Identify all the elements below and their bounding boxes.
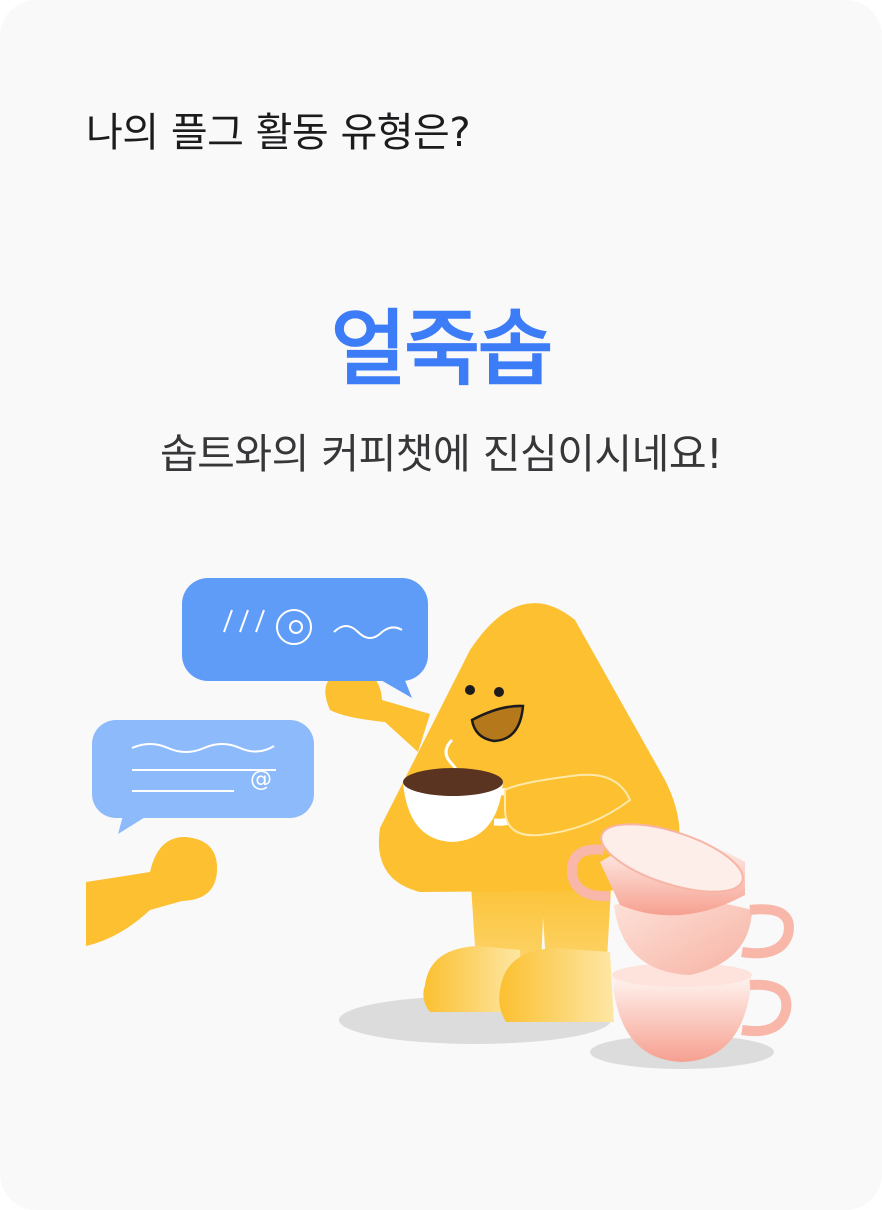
at-symbol: @ [250,767,272,792]
coffee-surface [403,768,503,796]
other-person-hand [86,836,218,946]
speech-bubble-left: @ [92,720,314,834]
coffee-chat-illustration: @ [86,578,794,1069]
result-description: 솝트와의 커피챗에 진심이시네요! [159,430,723,478]
question-heading: 나의 플그 활동 유형은? [86,110,471,156]
character-eye-left [465,685,475,695]
result-type-title: 얼죽솝 [330,302,553,397]
character-raised-arm [325,669,430,752]
character-eye-right [494,687,504,697]
result-card: 나의 플그 활동 유형은? 얼죽솝 솝트와의 커피챗에 진심이시네요! @ [0,0,882,1210]
speech-bubble-top [182,578,428,698]
